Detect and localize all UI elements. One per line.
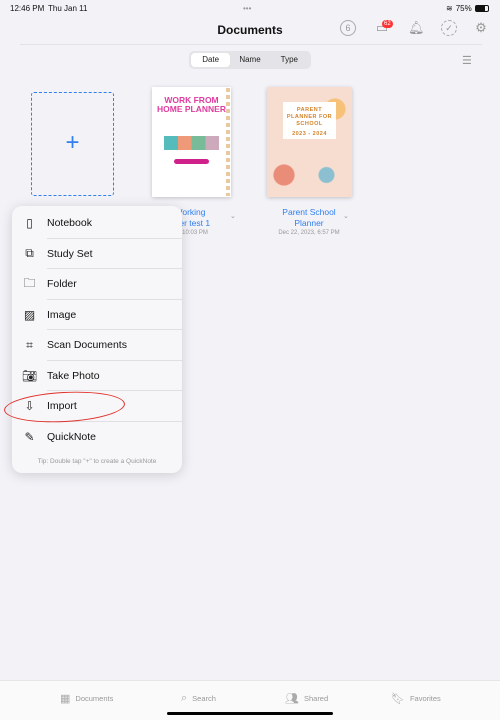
gear-icon[interactable]: ⚙ [473,20,489,36]
tab-label: Shared [303,694,329,703]
cover-label: PARENT PLANNER FOR SCHOOL 2023 - 2024 [283,102,336,139]
cover-title: WORK FROM HOME PLANNER [157,95,226,114]
tab-label: Documents [75,694,114,703]
cover-tabs [226,88,230,196]
sort-segmented-control: Date Name Type [189,51,311,69]
menu-item-folder[interactable]: 🗀 Folder [12,269,182,300]
document-cover-work-from-home[interactable]: WORK FROM HOME PLANNER [152,87,231,197]
cover-title: PARENT PLANNER FOR SCHOOL [286,107,333,127]
menu-item-notebook[interactable]: ▯ Notebook [12,208,182,239]
scan-icon: ⌗ [26,337,33,352]
quicknote-icon: ✎ [24,429,35,444]
status-date: Thu Jan 11 [48,4,88,13]
tab-shared[interactable]: 👥︎ Shared [285,692,328,705]
menu-label: Folder [47,278,77,291]
search-icon: ⌕ [181,692,188,704]
chevron-down-icon[interactable]: ⌄ [343,212,349,220]
chevron-down-icon[interactable]: ⌄ [230,212,236,220]
cover-years: 2023 - 2024 [292,131,327,137]
sort-name[interactable]: Name [230,53,269,67]
menu-label: Study Set [47,247,93,260]
home-indicator[interactable] [167,712,333,715]
tab-documents[interactable]: ▦ Documents [60,692,113,705]
multitask-dots[interactable]: ••• [243,4,251,13]
status-right: ≋ 75% [446,4,489,13]
grid-icon: ▦ [60,693,71,705]
menu-label: Scan Documents [47,339,127,352]
bell-icon[interactable]: 🔔︎ [408,20,425,36]
new-item-menu: ▯ Notebook ⧉ Study Set 🗀 Folder ▨ Image ⌗ Sca… [12,206,182,473]
menu-item-scan-documents[interactable]: ⌗ Scan Documents [12,330,182,361]
sort-type[interactable]: Type [270,53,309,67]
document-cover-parent-planner[interactable]: PARENT PLANNER FOR SCHOOL 2023 - 2024 [267,87,352,197]
menu-item-study-set[interactable]: ⧉ Study Set [12,239,182,269]
status-time: 12:46 PM [10,4,45,13]
menu-tip: Tip: Double tap "+" to create a QuickNot… [37,458,157,465]
people-icon: 👥︎ [285,693,299,705]
menu-item-image[interactable]: ▨ Image [12,300,182,330]
notebook-icon: ▯ [26,216,33,231]
battery-level: 75% [455,4,472,13]
image-icon: ▨ [23,307,36,322]
tab-search[interactable]: ⌕ Search [181,692,216,705]
menu-label: Notebook [47,217,92,230]
study-set-icon: ⧉ [25,246,34,261]
list-view-icon[interactable]: ☰ [462,54,472,67]
folder-icon: 🗀 [23,275,36,290]
bookmark-star-icon: 🔖︎ [391,693,405,705]
add-document-button[interactable]: + [31,92,114,196]
menu-label: Take Photo [47,369,100,382]
camera-icon: 📷︎ [21,368,38,383]
document-date: Dec 22, 2023, 6:57 PM [278,230,340,236]
menu-item-take-photo[interactable]: 📷︎ Take Photo [12,361,182,391]
sort-date[interactable]: Date [191,53,231,67]
tab-label: Search [192,694,216,703]
tab-label: Favorites [409,694,441,703]
cover-button-graphic [174,159,209,164]
menu-label: Image [47,308,77,321]
houses-illustration [164,136,219,150]
timer-icon[interactable]: 6 [340,20,356,36]
page-title: Documents [217,23,283,37]
wifi-icon: ≋ [446,4,453,13]
menu-label: QuickNote [47,430,97,443]
battery-icon [474,5,489,12]
inbox-badge: 62 [382,20,393,28]
check-circle-icon[interactable]: ✓ [441,20,457,36]
menu-item-quicknote[interactable]: ✎ QuickNote [12,422,182,453]
header-divider [20,44,482,45]
tab-favorites[interactable]: 🔖︎ Favorites [391,692,441,705]
